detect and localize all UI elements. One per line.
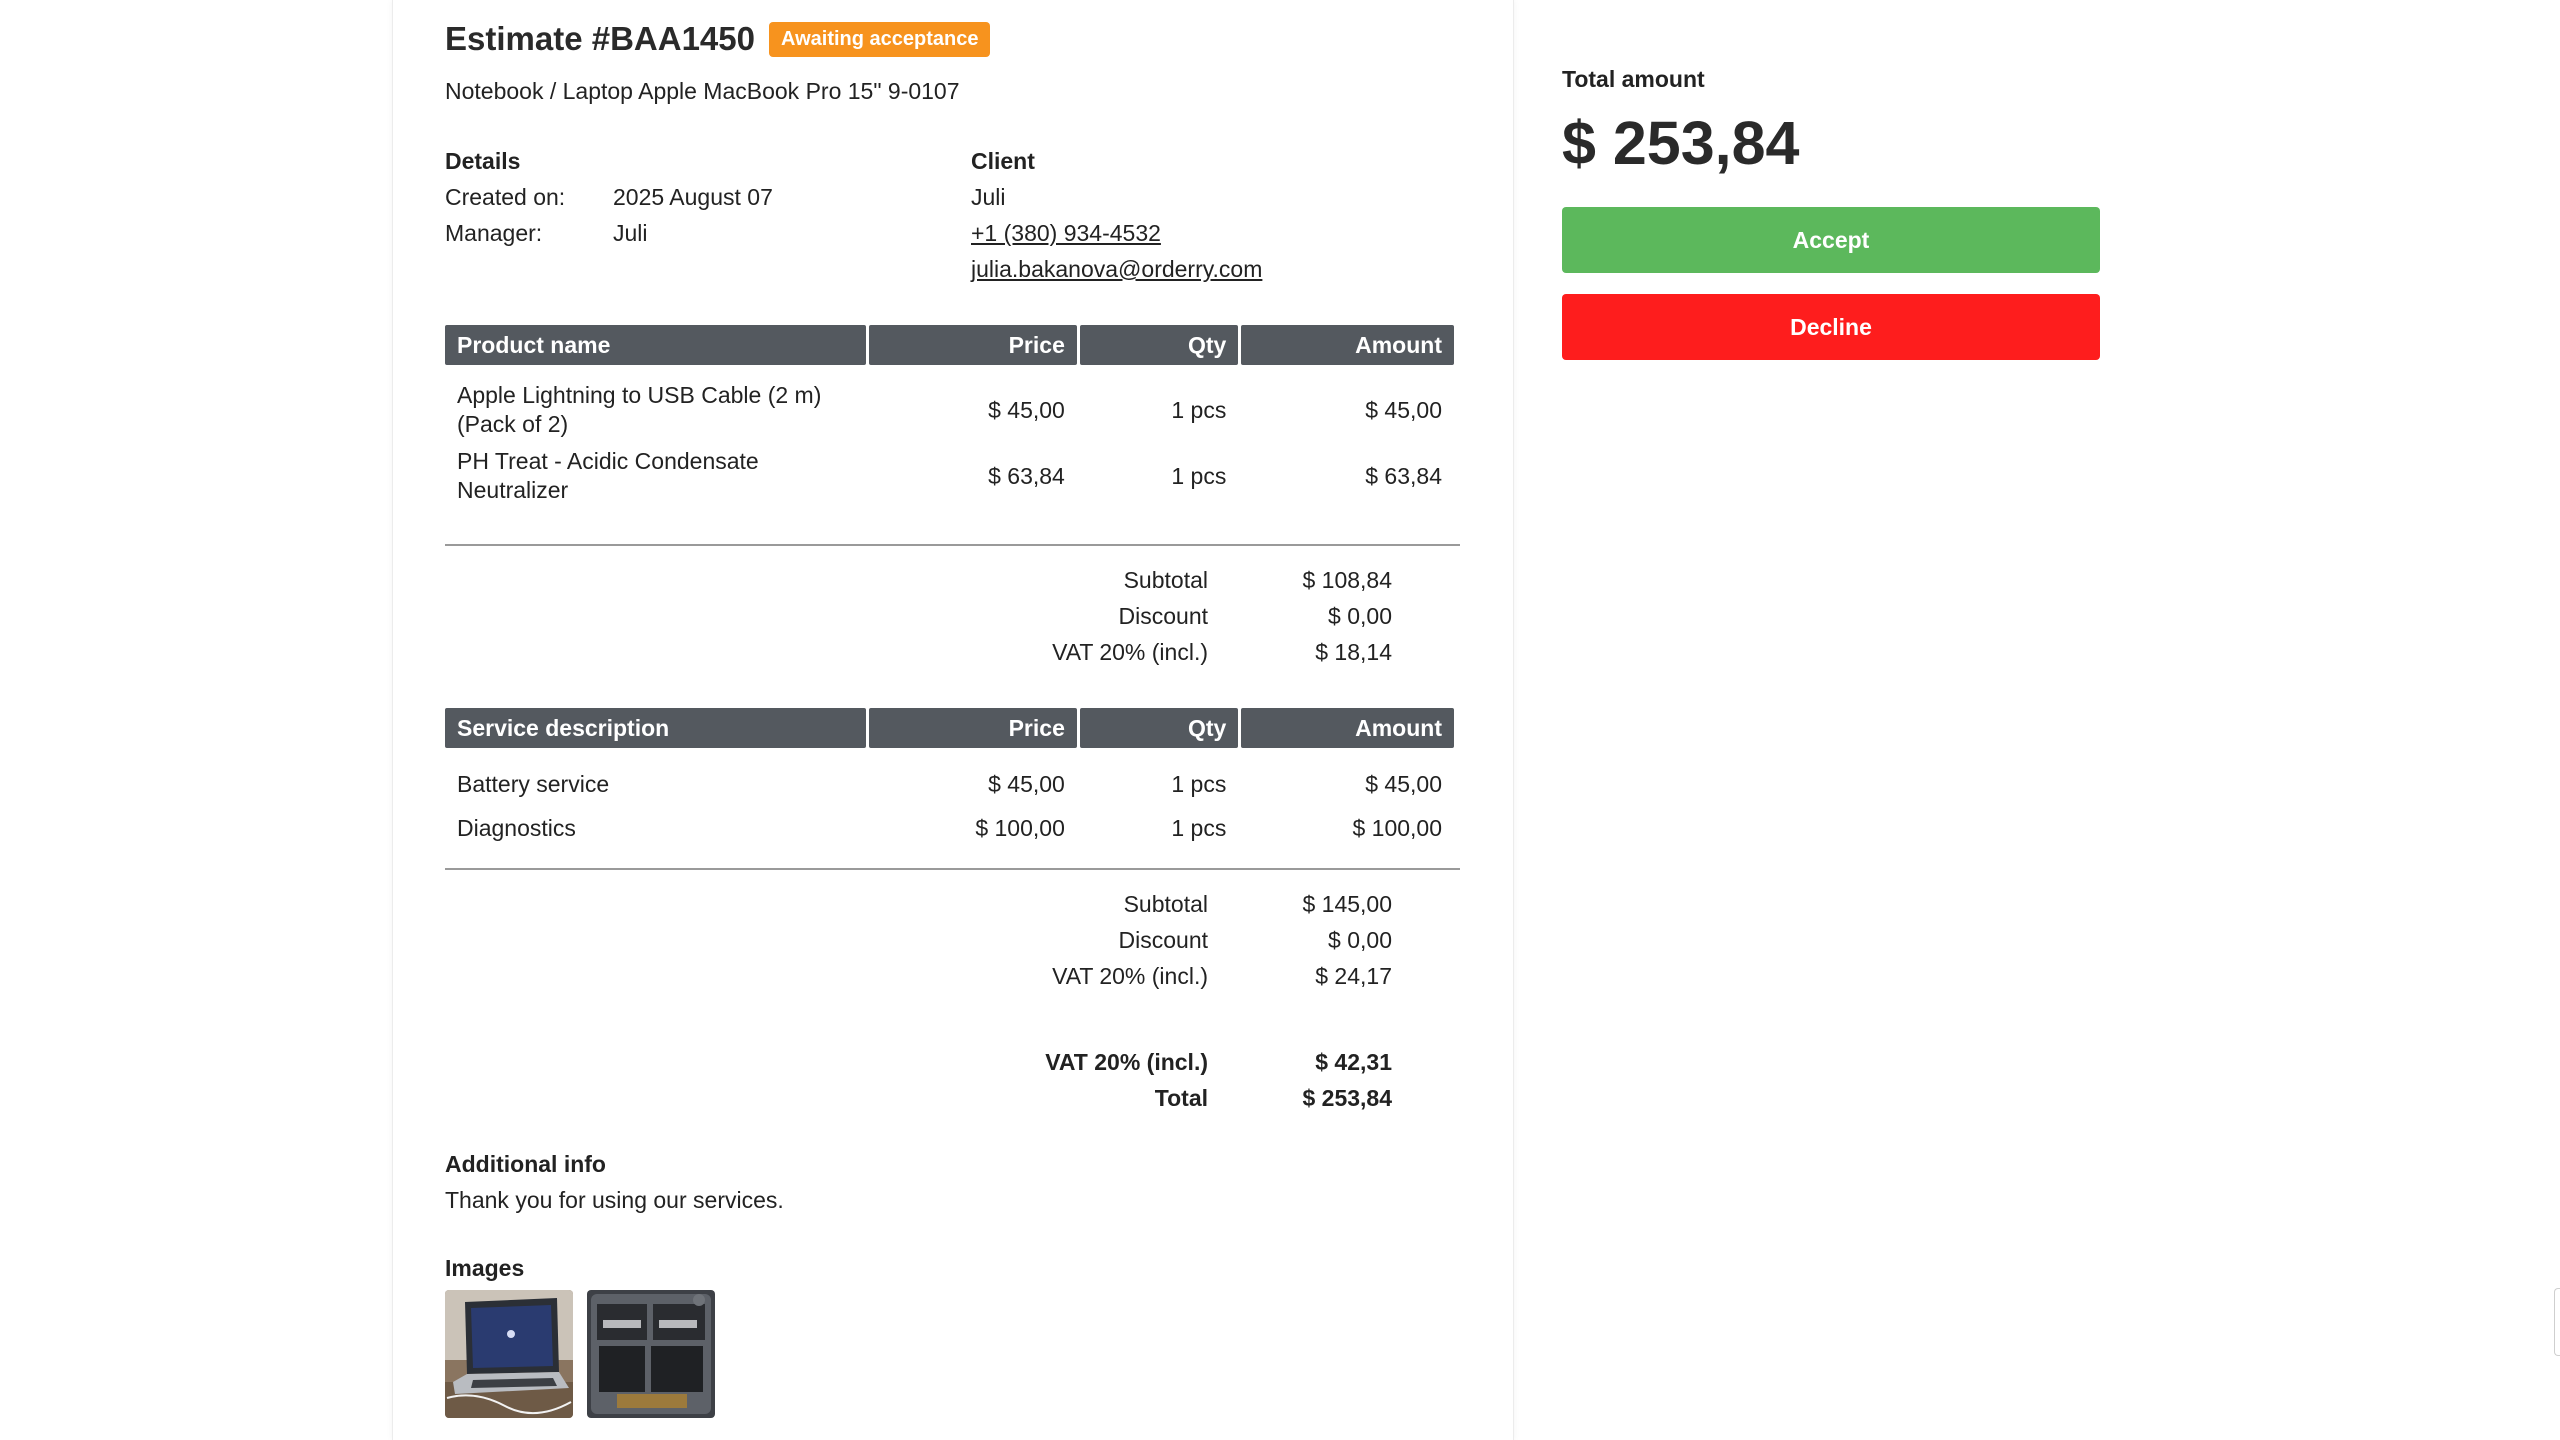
client-email-link[interactable]: julia.bakanova@orderry.com	[971, 256, 1262, 283]
service-price-cell: $ 45,00	[988, 770, 1065, 797]
table-row: PH Treat - Acidic Condensate Neutralizer…	[445, 439, 1454, 513]
title-row: Estimate #BAA1450 Awaiting acceptance	[445, 20, 991, 58]
product-name-line: Apple Lightning to USB Cable (2 m)	[457, 382, 822, 408]
services-totals: Subtotal $ 145,00 Discount $ 0,00 VAT 20…	[945, 886, 1445, 994]
table-row: Battery service $ 45,00 1 pcs $ 45,00	[445, 748, 1454, 806]
scroll-handle[interactable]	[2554, 1288, 2560, 1356]
products-table: Product name Price Qty Amount Apple Ligh…	[442, 325, 1457, 513]
created-value: 2025 August 07	[613, 184, 773, 210]
service-amount-cell: $ 100,00	[1352, 814, 1442, 841]
totals-label: Subtotal	[1123, 566, 1208, 593]
totals-value: $ 24,17	[1315, 962, 1392, 989]
service-amount-cell: $ 45,00	[1365, 770, 1442, 797]
grand-vat-row: VAT 20% (incl.) $ 42,31	[945, 1044, 1445, 1080]
totals-value: $ 18,14	[1315, 638, 1392, 665]
products-discount-row: Discount $ 0,00	[945, 598, 1445, 634]
service-name-header: Service description	[445, 708, 867, 748]
client-name: Juli	[971, 184, 1006, 210]
service-qty-cell: 1 pcs	[1171, 814, 1227, 841]
additional-info-heading: Additional info	[445, 1151, 606, 1177]
product-name-line: PH Treat - Acidic Condensate	[457, 448, 759, 474]
totals-label: VAT 20% (incl.)	[1045, 1048, 1208, 1075]
grand-totals: VAT 20% (incl.) $ 42,31 Total $ 253,84	[945, 1044, 1445, 1116]
estimate-document: Estimate #BAA1450 Awaiting acceptance No…	[392, 0, 1514, 1440]
laptop-photo-image	[445, 1290, 573, 1418]
totals-label: VAT 20% (incl.)	[1052, 962, 1208, 989]
product-amount-cell: $ 63,84	[1365, 462, 1442, 489]
table-row: Diagnostics $ 100,00 1 pcs $ 100,00	[445, 806, 1454, 850]
images-heading: Images	[445, 1255, 525, 1281]
laptop-internals-photo-thumbnail[interactable]	[587, 1290, 715, 1418]
product-qty-header: Qty	[1079, 325, 1239, 365]
totals-label: Discount	[1118, 926, 1208, 953]
total-amount-value: $ 253,84	[1562, 109, 1800, 177]
product-qty-cell: 1 pcs	[1171, 396, 1227, 423]
services-vat-row: VAT 20% (incl.) $ 24,17	[945, 958, 1445, 994]
table-row: Apple Lightning to USB Cable (2 m) (Pack…	[445, 365, 1454, 439]
manager-value: Juli	[613, 220, 648, 246]
services-header-row: Service description Price Qty Amount	[445, 708, 1454, 748]
products-vat-row: VAT 20% (incl.) $ 18,14	[945, 634, 1445, 670]
totals-value: $ 253,84	[1302, 1084, 1392, 1111]
product-name-line: (Pack of 2)	[457, 411, 569, 437]
product-amount-header: Amount	[1241, 325, 1454, 365]
laptop-internals-image	[587, 1290, 715, 1418]
services-discount-row: Discount $ 0,00	[945, 922, 1445, 958]
service-price-cell: $ 100,00	[975, 814, 1065, 841]
services-subtotal-row: Subtotal $ 145,00	[945, 886, 1445, 922]
totals-label: Total	[1154, 1084, 1208, 1111]
decline-button[interactable]: Decline	[1562, 294, 2100, 360]
products-divider	[445, 544, 1460, 546]
totals-value: $ 0,00	[1328, 602, 1392, 629]
product-name-line: Neutralizer	[457, 477, 569, 503]
service-name-cell: Battery service	[457, 770, 610, 797]
product-name-cell: Apple Lightning to USB Cable (2 m) (Pack…	[445, 365, 866, 439]
products-totals: Subtotal $ 108,84 Discount $ 0,00 VAT 20…	[945, 562, 1445, 670]
manager-label: Manager:	[445, 220, 543, 246]
totals-value: $ 145,00	[1302, 890, 1392, 917]
service-price-header: Price	[869, 708, 1077, 748]
status-badge: Awaiting acceptance	[769, 21, 991, 57]
details-heading: Details	[445, 148, 521, 174]
services-divider	[445, 868, 1460, 870]
products-header-row: Product name Price Qty Amount	[445, 325, 1454, 365]
service-amount-header: Amount	[1241, 708, 1454, 748]
products-subtotal-row: Subtotal $ 108,84	[945, 562, 1445, 598]
totals-value: $ 0,00	[1328, 926, 1392, 953]
product-name-cell: PH Treat - Acidic Condensate Neutralizer	[445, 439, 866, 513]
services-table: Service description Price Qty Amount Bat…	[442, 708, 1457, 850]
laptop-photo-thumbnail[interactable]	[445, 1290, 573, 1418]
estimate-title: Estimate #BAA1450	[445, 20, 755, 57]
totals-value: $ 42,31	[1315, 1048, 1392, 1075]
product-amount-cell: $ 45,00	[1365, 396, 1442, 423]
service-qty-cell: 1 pcs	[1171, 770, 1227, 797]
totals-label: Subtotal	[1123, 890, 1208, 917]
product-price-header: Price	[869, 325, 1077, 365]
totals-label: VAT 20% (incl.)	[1052, 638, 1208, 665]
product-price-cell: $ 45,00	[988, 396, 1065, 423]
product-qty-cell: 1 pcs	[1171, 462, 1227, 489]
device-name: Notebook / Laptop Apple MacBook Pro 15" …	[445, 78, 960, 104]
service-name-cell: Diagnostics	[457, 814, 576, 841]
client-phone-link[interactable]: +1 (380) 934-4532	[971, 220, 1161, 247]
created-label: Created on:	[445, 184, 566, 210]
client-heading: Client	[971, 148, 1035, 174]
totals-value: $ 108,84	[1302, 566, 1392, 593]
product-name-header: Product name	[445, 325, 867, 365]
total-amount-label: Total amount	[1562, 66, 1705, 92]
product-price-cell: $ 63,84	[988, 462, 1065, 489]
grand-total-row: Total $ 253,84	[945, 1080, 1445, 1116]
additional-info-text: Thank you for using our services.	[445, 1187, 784, 1213]
accept-button[interactable]: Accept	[1562, 207, 2100, 273]
service-qty-header: Qty	[1079, 708, 1239, 748]
totals-label: Discount	[1118, 602, 1208, 629]
